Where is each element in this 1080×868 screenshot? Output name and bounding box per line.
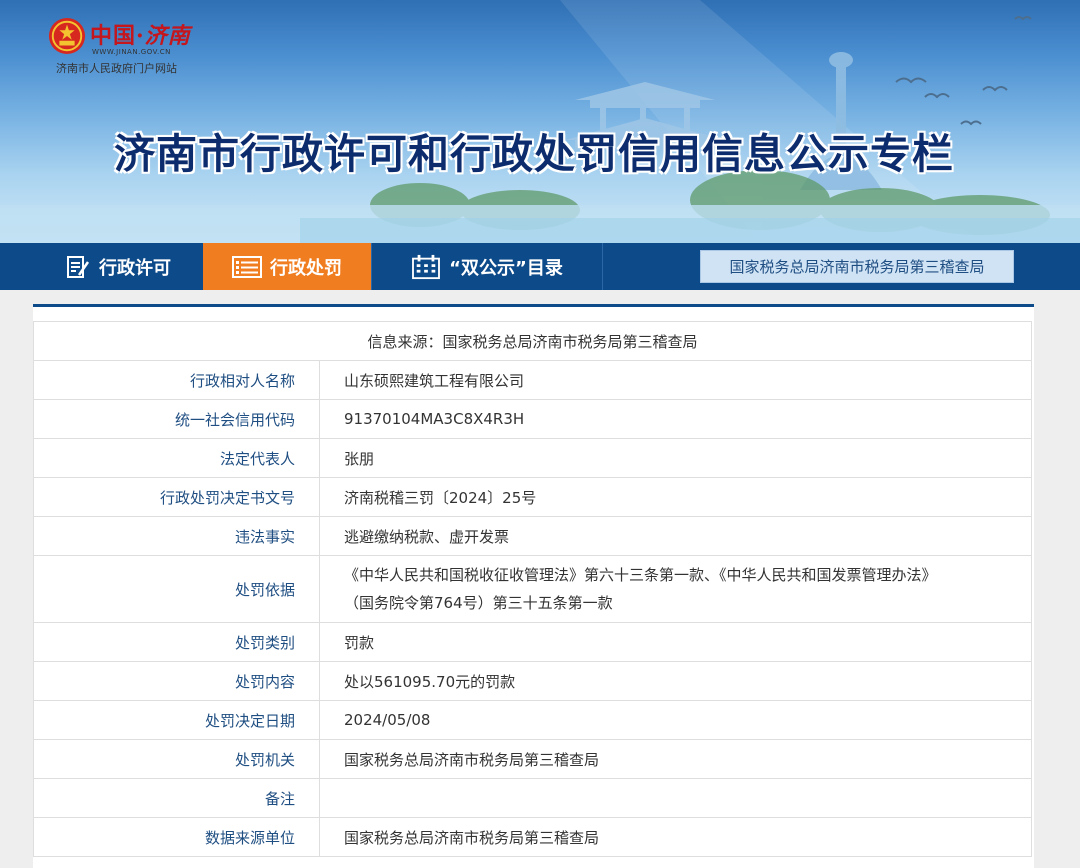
table-row: 违法事实 逃避缴纳税款、虚开发票 [33,516,1032,556]
table-row: 统一社会信用代码 91370104MA3C8X4R3H [33,399,1032,439]
national-emblem-icon [48,17,86,55]
field-label: 处罚机关 [33,739,320,779]
field-value: 济南税稽三罚〔2024〕25号 [319,477,1032,517]
table-row: 处罚依据 《中华人民共和国税收征收管理法》第六十三条第一款、《中华人民共和国发票… [33,555,1032,623]
content-area: 信息来源：国家税务总局济南市税务局第三稽查局 行政相对人名称 山东硕熙建筑工程有… [0,290,1080,868]
field-value: 国家税务总局济南市税务局第三稽查局 [319,739,1032,779]
table-row: 备注 [33,778,1032,818]
field-value: 91370104MA3C8X4R3H [319,399,1032,439]
field-label: 统一社会信用代码 [33,399,320,439]
field-value: 逃避缴纳税款、虚开发票 [319,516,1032,556]
table-row: 处罚决定日期 2024/05/08 [33,700,1032,740]
field-label: 数据来源单位 [33,817,320,857]
document-edit-icon [67,255,90,278]
department-button[interactable]: 国家税务总局济南市税务局第三稽查局 [700,250,1014,283]
field-label: 处罚内容 [33,661,320,701]
info-source: 信息来源：国家税务总局济南市税务局第三稽查局 [33,321,1032,361]
field-label: 法定代表人 [33,438,320,478]
table-row: 法定代表人 张朋 [33,438,1032,478]
nav-tab-administrative-penalty[interactable]: 行政处罚 [203,243,371,290]
penalty-basis-line: （国务院令第764号）第三十五条第一款 [344,594,613,612]
logo-title-china: 中国· [90,23,145,49]
table-row: 处罚类别 罚款 [33,622,1032,662]
table-row: 处罚内容 处以561095.70元的罚款 [33,661,1032,701]
nav-tab-administrative-license[interactable]: 行政许可 [33,243,203,290]
field-label: 行政处罚决定书文号 [33,477,320,517]
page-title: 济南市行政许可和行政处罚信用信息公示专栏 [114,130,954,178]
field-value: 张朋 [319,438,1032,478]
field-label: 违法事实 [33,516,320,556]
nav-tab-label: 行政处罚 [270,257,342,279]
table-row: 信息来源：国家税务总局济南市税务局第三稽查局 [33,321,1032,361]
field-label: 处罚依据 [33,555,320,623]
penalty-basis-line: 《中华人民共和国税收征收管理法》第六十三条第一款、《中华人民共和国发票管理办法》 [344,566,937,584]
field-value: 山东硕熙建筑工程有限公司 [319,360,1032,400]
field-value: 罚款 [319,622,1032,662]
header-banner: 中国·济南 WWW.JINAN.GOV.CN 济南市人民政府门户网站 济南市行政… [0,0,1080,243]
logo-title-jinan: 济南 [144,23,191,49]
field-label: 处罚决定日期 [33,700,320,740]
field-value: 国家税务总局济南市税务局第三稽查局 [319,817,1032,857]
penalty-detail-panel: 信息来源：国家税务总局济南市税务局第三稽查局 行政相对人名称 山东硕熙建筑工程有… [33,304,1034,868]
list-icon [232,255,262,278]
logo-subtitle: 济南市人民政府门户网站 [56,62,177,75]
table-row: 处罚机关 国家税务总局济南市税务局第三稽查局 [33,739,1032,779]
site-logo[interactable]: 中国·济南 WWW.JINAN.GOV.CN 济南市人民政府门户网站 [48,14,228,76]
field-label: 备注 [33,778,320,818]
table-row: 行政处罚决定书文号 济南税稽三罚〔2024〕25号 [33,477,1032,517]
field-value: 2024/05/08 [319,700,1032,740]
calendar-icon [412,254,441,279]
field-value: 处以561095.70元的罚款 [319,661,1032,701]
nav-tab-label: 行政许可 [99,257,171,279]
nav-tab-label: “双公示”目录 [449,257,563,279]
field-value: 《中华人民共和国税收征收管理法》第六十三条第一款、《中华人民共和国发票管理办法》… [319,555,1032,623]
nav-tab-dual-disclosure-catalog[interactable]: “双公示”目录 [371,243,603,290]
field-label: 行政相对人名称 [33,360,320,400]
table-row: 行政相对人名称 山东硕熙建筑工程有限公司 [33,360,1032,400]
field-label: 处罚类别 [33,622,320,662]
logo-url: WWW.JINAN.GOV.CN [92,48,171,56]
table-row: 数据来源单位 国家税务总局济南市税务局第三稽查局 [33,817,1032,857]
penalty-info-table: 信息来源：国家税务总局济南市税务局第三稽查局 行政相对人名称 山东硕熙建筑工程有… [33,321,1032,857]
main-nav: 行政许可 行政处罚 “双公示”目录 国家税务总局济南市税务局第三稽查局 [0,243,1080,291]
field-value [319,778,1032,818]
logo-title: 中国·济南 [90,18,191,50]
